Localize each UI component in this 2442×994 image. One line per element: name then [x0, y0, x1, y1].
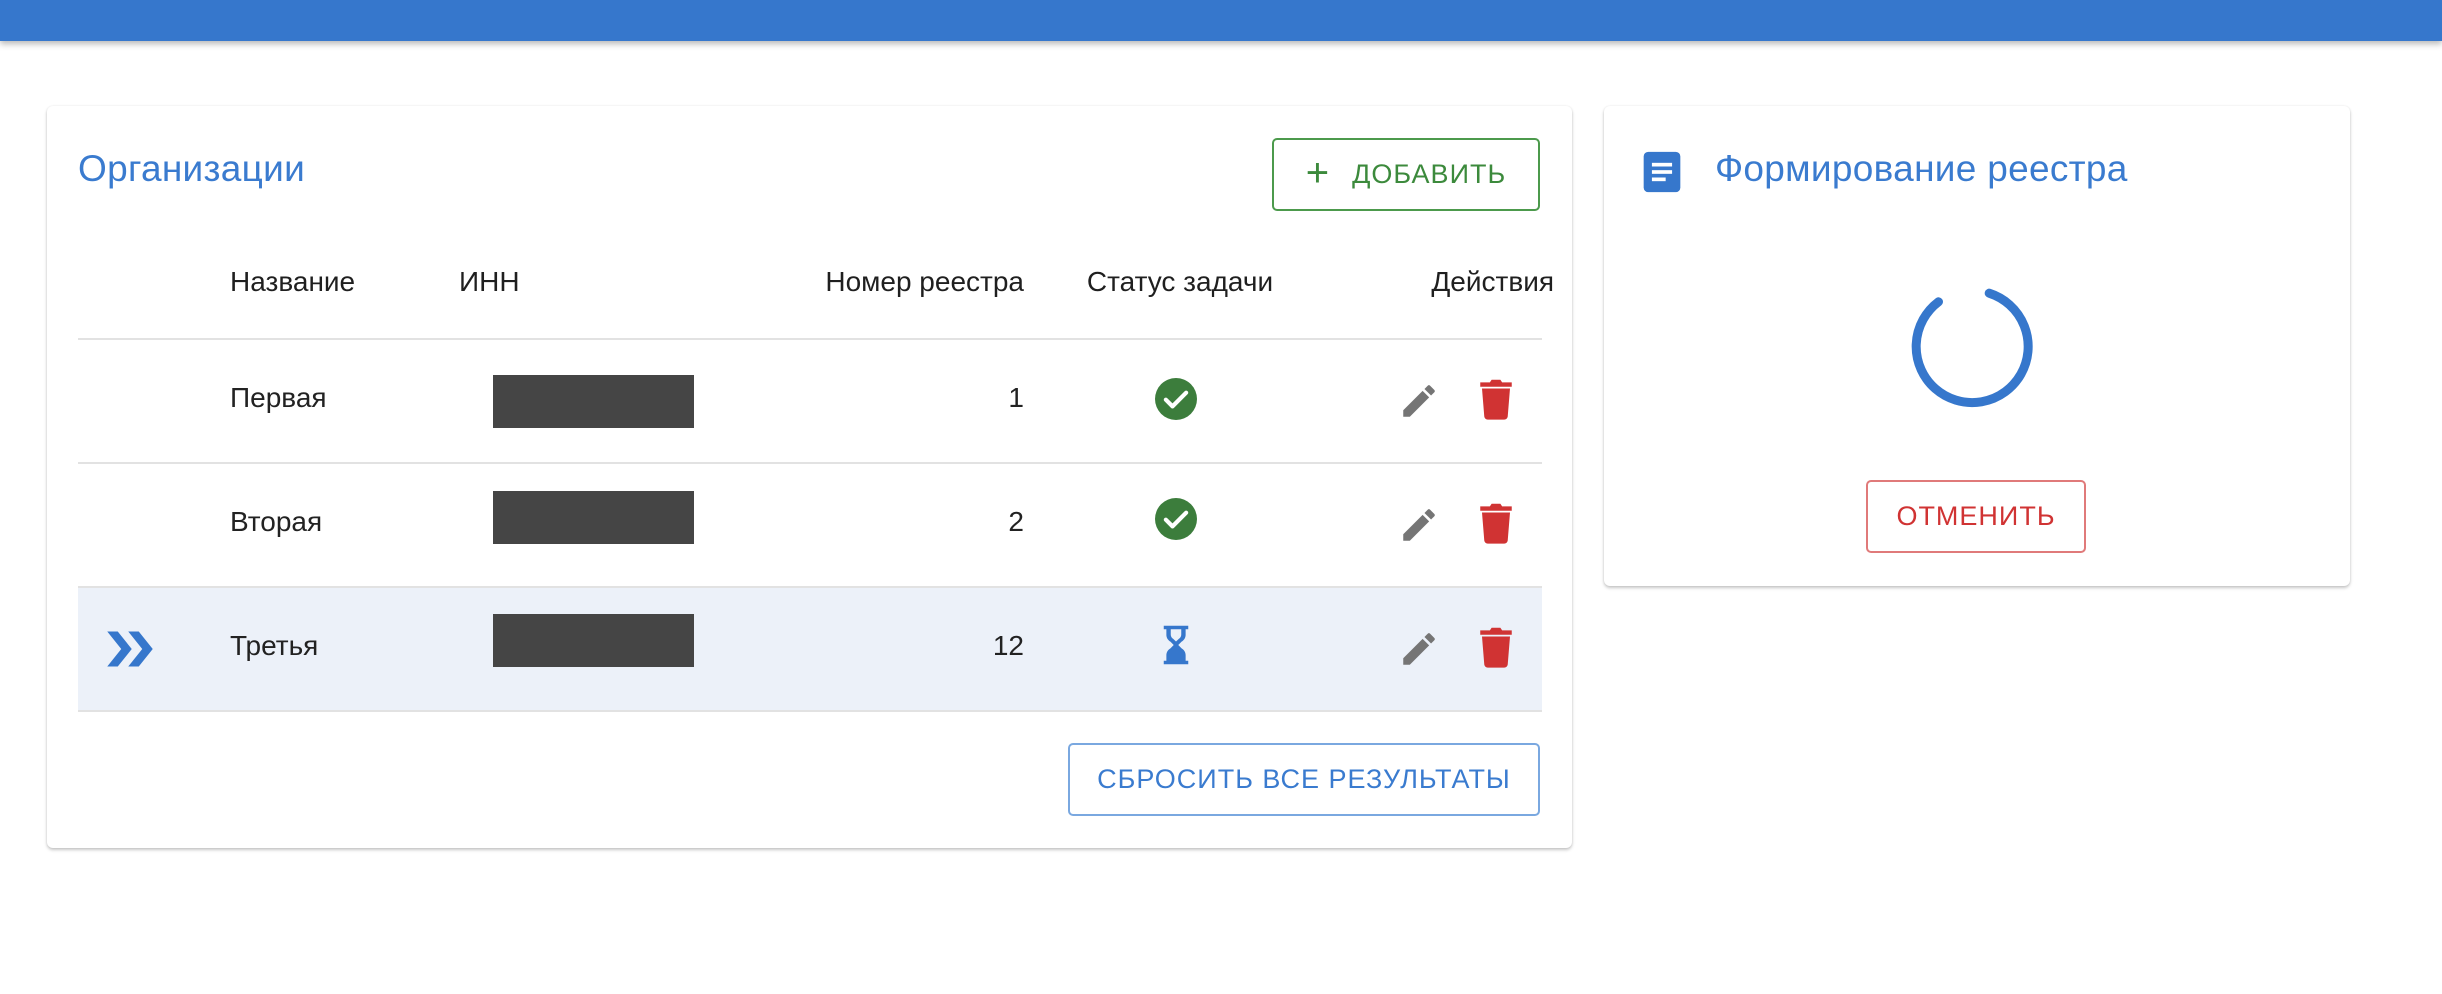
column-header-inn: ИНН [459, 266, 520, 297]
trash-icon[interactable] [1478, 378, 1514, 420]
registry-formation-card: Формирование реестра Отменить [1604, 106, 2350, 586]
plus-icon: + [1305, 150, 1331, 195]
double-chevron-right-icon [107, 631, 153, 667]
pencil-icon[interactable] [1398, 628, 1440, 670]
column-header-registry-number: Номер реестра [825, 266, 1024, 297]
check-circle-icon [1155, 498, 1197, 540]
inn-redacted [493, 491, 694, 544]
column-header-task-status: Статус задачи [1086, 266, 1274, 297]
table-row[interactable]: Первая 1 [78, 340, 1542, 462]
inn-redacted [493, 614, 694, 667]
registry-number: 12 [992, 630, 1024, 661]
trash-icon[interactable] [1478, 502, 1514, 544]
inn-redacted [493, 375, 694, 428]
add-organization-button[interactable]: + Добавить [1272, 138, 1540, 211]
row-divider [78, 710, 1542, 712]
cancel-button[interactable]: Отменить [1866, 480, 2086, 553]
organization-name: Третья [230, 630, 319, 661]
registry-formation-title: Формирование реестра [1715, 148, 2128, 189]
table-row[interactable]: Третья 12 [78, 588, 1542, 710]
pencil-icon[interactable] [1398, 504, 1440, 546]
add-button-label: Добавить [1352, 159, 1507, 189]
organizations-title: Организации [78, 148, 306, 189]
column-header-actions: Действия [1431, 266, 1554, 297]
table-row[interactable]: Вторая 2 [78, 464, 1542, 586]
reset-all-results-button[interactable]: Сбросить все результаты [1068, 743, 1540, 816]
document-icon [1643, 151, 1681, 193]
organization-name: Вторая [230, 506, 323, 537]
organizations-card: Организации + Добавить Название ИНН Номе… [47, 106, 1572, 848]
check-circle-icon [1155, 378, 1197, 420]
organization-name: Первая [230, 382, 327, 413]
column-header-name: Название [230, 266, 356, 297]
trash-icon[interactable] [1478, 626, 1514, 668]
registry-number: 2 [1008, 506, 1024, 537]
top-app-bar [0, 0, 2442, 41]
pencil-icon[interactable] [1398, 380, 1440, 422]
loading-spinner [1911, 288, 2033, 407]
hourglass-icon [1163, 625, 1189, 665]
registry-number: 1 [1008, 382, 1024, 413]
